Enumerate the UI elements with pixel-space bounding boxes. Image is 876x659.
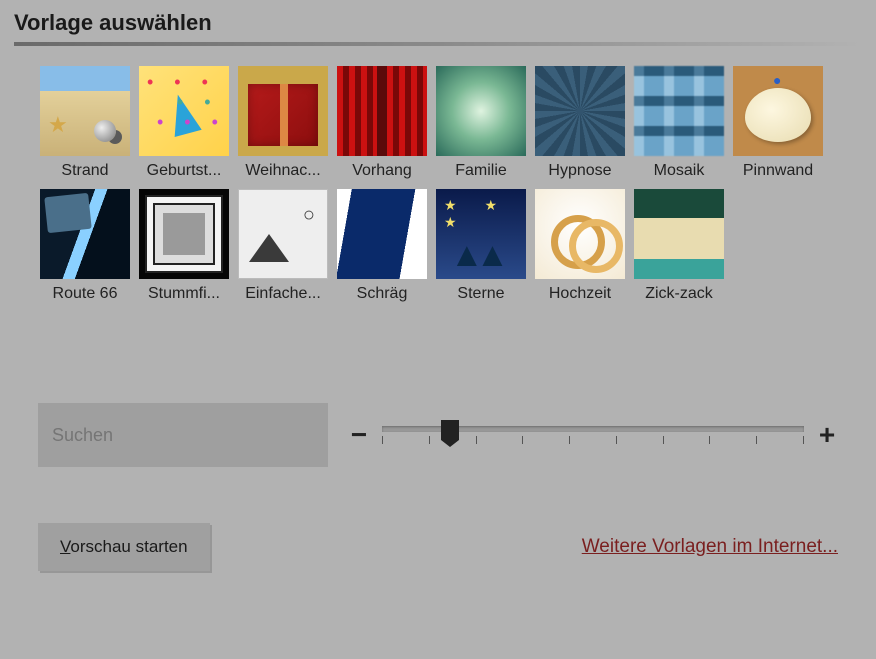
template-thumb-sterne bbox=[436, 189, 526, 279]
template-thumb-pinnwand bbox=[733, 66, 823, 156]
template-grid: Strand Geburtst... Weihnac... Vorhang Famili… bbox=[14, 66, 862, 303]
template-item-strand[interactable]: Strand bbox=[40, 66, 130, 180]
template-label: Hypnose bbox=[535, 162, 625, 180]
template-thumb-stummfilm bbox=[139, 189, 229, 279]
template-label: Schräg bbox=[337, 285, 427, 303]
template-thumb-geburtstag bbox=[139, 66, 229, 156]
template-thumb-weihnachten bbox=[238, 66, 328, 156]
template-item-hypnose[interactable]: Hypnose bbox=[535, 66, 625, 180]
template-label: Strand bbox=[40, 162, 130, 180]
template-item-schraeg[interactable]: Schräg bbox=[337, 189, 427, 303]
slider-tick bbox=[382, 436, 383, 444]
template-item-familie[interactable]: Familie bbox=[436, 66, 526, 180]
template-label: Zick-zack bbox=[634, 285, 724, 303]
search-input[interactable] bbox=[38, 403, 328, 467]
template-item-route66[interactable]: Route 66 bbox=[40, 189, 130, 303]
slider-tick bbox=[429, 436, 430, 444]
template-thumb-hypnose bbox=[535, 66, 625, 156]
template-item-sterne[interactable]: Sterne bbox=[436, 189, 526, 303]
template-thumb-mosaik bbox=[634, 66, 724, 156]
template-thumb-zickzack bbox=[634, 189, 724, 279]
zoom-slider[interactable] bbox=[382, 420, 804, 450]
slider-tick bbox=[663, 436, 664, 444]
template-thumb-route66 bbox=[40, 189, 130, 279]
slider-tick bbox=[756, 436, 757, 444]
slider-tick bbox=[803, 436, 804, 444]
zoom-slider-thumb[interactable] bbox=[441, 420, 459, 440]
template-label: Einfache... bbox=[238, 285, 328, 303]
template-label: Vorhang bbox=[337, 162, 427, 180]
template-label: Stummfi... bbox=[139, 285, 229, 303]
template-item-weihnachten[interactable]: Weihnac... bbox=[238, 66, 328, 180]
template-thumb-strand bbox=[40, 66, 130, 156]
template-thumb-hochzeit bbox=[535, 189, 625, 279]
template-item-vorhang[interactable]: Vorhang bbox=[337, 66, 427, 180]
zoom-out-button[interactable]: − bbox=[348, 419, 370, 451]
slider-tick bbox=[522, 436, 523, 444]
template-label: Route 66 bbox=[40, 285, 130, 303]
template-item-geburtstag[interactable]: Geburtst... bbox=[139, 66, 229, 180]
template-item-zickzack[interactable]: Zick-zack bbox=[634, 189, 724, 303]
template-thumb-schraeg bbox=[337, 189, 427, 279]
template-label: Hochzeit bbox=[535, 285, 625, 303]
template-thumb-familie bbox=[436, 66, 526, 156]
title-divider bbox=[14, 42, 862, 46]
template-label: Geburtst... bbox=[139, 162, 229, 180]
template-label: Sterne bbox=[436, 285, 526, 303]
preview-button[interactable]: Vorschau starten bbox=[38, 523, 210, 571]
template-label: Weihnac... bbox=[238, 162, 328, 180]
template-item-pinnwand[interactable]: Pinnwand bbox=[733, 66, 823, 180]
slider-tick bbox=[569, 436, 570, 444]
zoom-in-button[interactable]: + bbox=[816, 419, 838, 451]
template-item-mosaik[interactable]: Mosaik bbox=[634, 66, 724, 180]
template-item-stummfilm[interactable]: Stummfi... bbox=[139, 189, 229, 303]
template-label: Familie bbox=[436, 162, 526, 180]
preview-button-accel: V bbox=[60, 537, 70, 556]
template-item-hochzeit[interactable]: Hochzeit bbox=[535, 189, 625, 303]
template-thumb-vorhang bbox=[337, 66, 427, 156]
more-templates-link[interactable]: Weitere Vorlagen im Internet... bbox=[582, 536, 838, 558]
template-thumb-einfache bbox=[238, 189, 328, 279]
slider-tick bbox=[616, 436, 617, 444]
slider-tick bbox=[709, 436, 710, 444]
template-label: Mosaik bbox=[634, 162, 724, 180]
page-title: Vorlage auswählen bbox=[14, 10, 862, 36]
slider-tick bbox=[476, 436, 477, 444]
template-item-einfache[interactable]: Einfache... bbox=[238, 189, 328, 303]
preview-button-rest: orschau starten bbox=[70, 537, 187, 556]
template-label: Pinnwand bbox=[733, 162, 823, 180]
